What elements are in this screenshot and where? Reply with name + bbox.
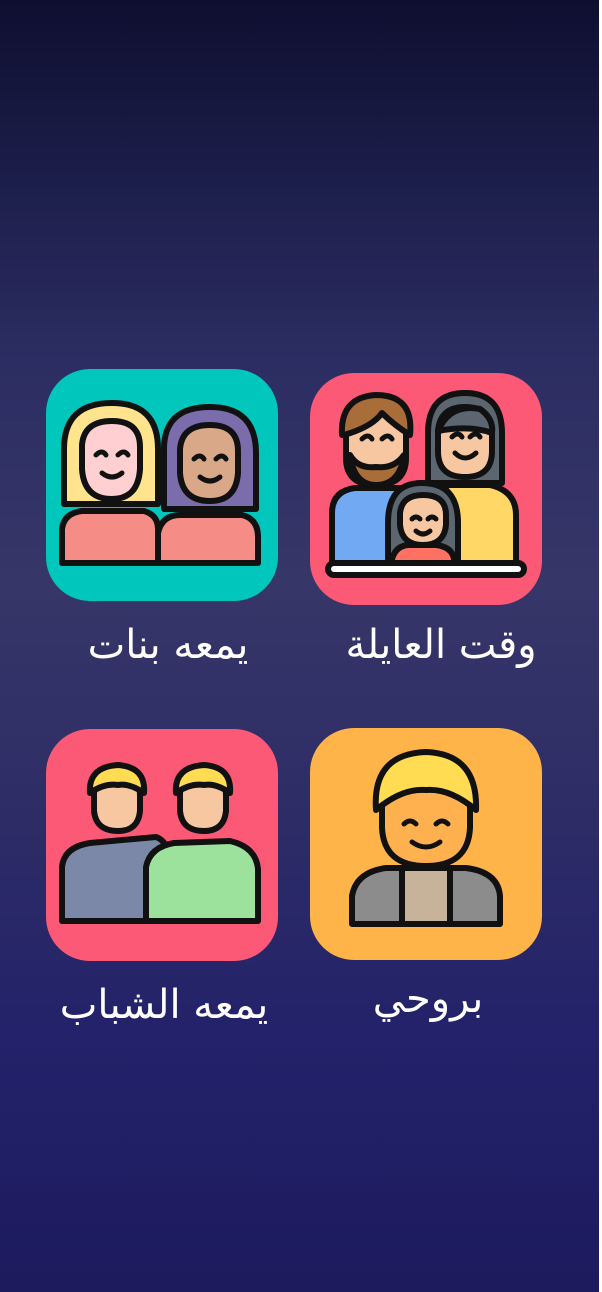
two-women-icon xyxy=(59,400,261,566)
family-icon xyxy=(325,390,527,578)
two-men-icon xyxy=(59,762,261,924)
guys-outing-tile[interactable] xyxy=(46,729,278,961)
single-man-icon xyxy=(349,749,503,927)
family-time-tile[interactable] xyxy=(310,373,542,605)
guys-outing-label[interactable]: يمعه الشباب xyxy=(24,980,304,1030)
solo-tile[interactable] xyxy=(310,728,542,960)
solo-label[interactable]: بروحي xyxy=(288,974,568,1024)
girls-outing-label[interactable]: يمعه بنات xyxy=(28,620,308,670)
girls-outing-tile[interactable] xyxy=(46,369,278,601)
family-time-label[interactable]: وقت العايلة xyxy=(301,620,581,670)
